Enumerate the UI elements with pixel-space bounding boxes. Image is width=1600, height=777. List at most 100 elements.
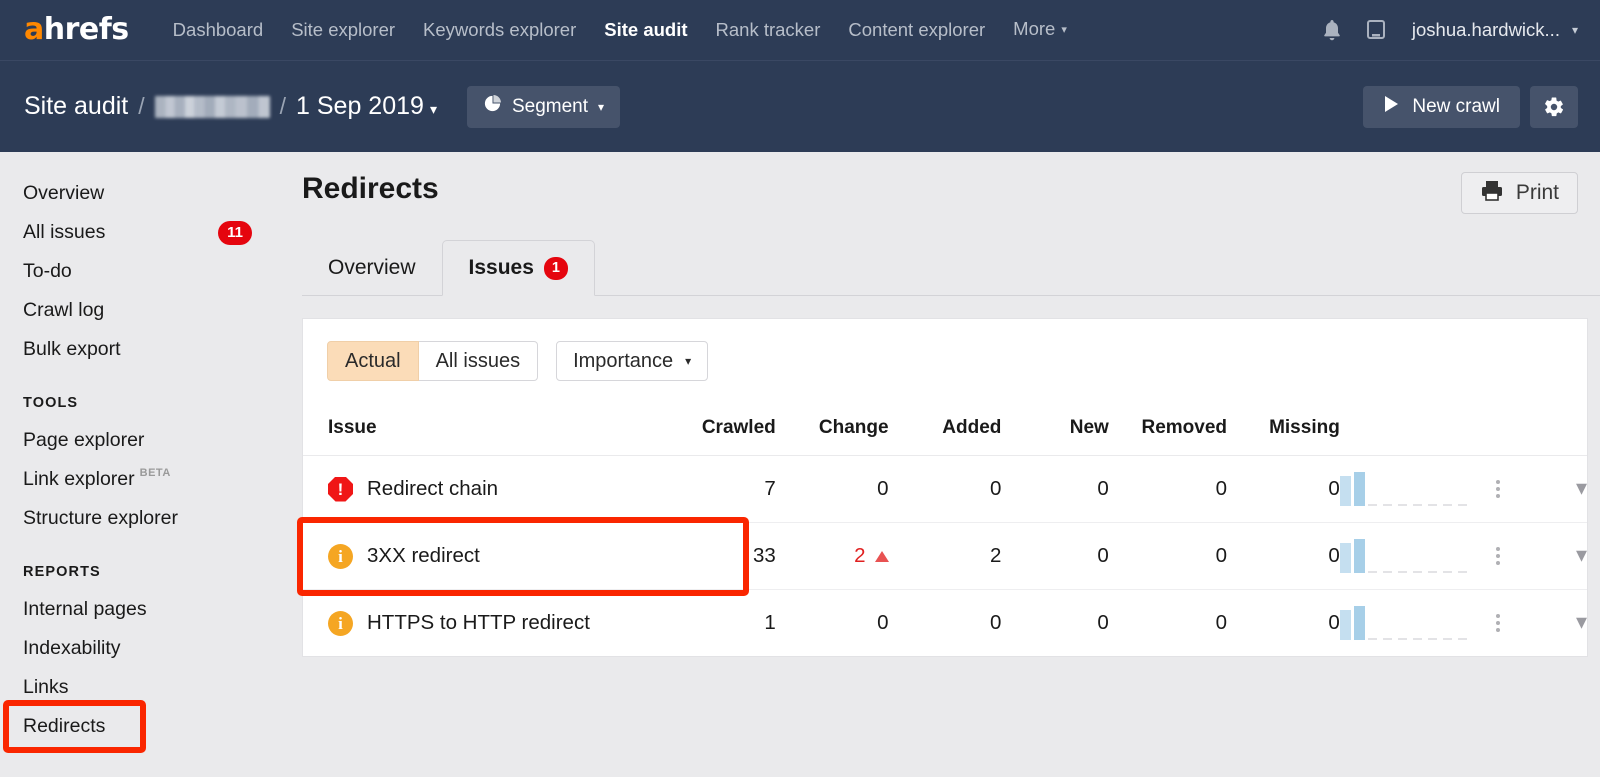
nav-link-more[interactable]: More ▾ [999,0,1081,62]
column-header-added[interactable]: Added [888,403,1002,456]
sidebar-item-indexability[interactable]: Indexability [0,629,290,668]
column-header-crawled[interactable]: Crawled [673,403,776,456]
tab-issues[interactable]: Issues 1 [441,240,595,296]
breadcrumb-project-redacted[interactable] [154,95,270,118]
sidebar-item-overview[interactable]: Overview [0,174,290,213]
sidebar-item-label: Overview [23,181,105,204]
sparkline-bar [1353,539,1365,573]
error-icon: ! [328,476,353,502]
filter-actual[interactable]: Actual [327,341,419,381]
sidebar-item-link-explorer[interactable]: Link explorer BETA [0,460,290,499]
column-header-removed[interactable]: Removed [1108,403,1227,456]
issue-name[interactable]: Redirect chain [367,477,498,501]
sparkline-baseline [1367,638,1469,640]
sidebar-badge-all-issues: 11 [218,220,252,245]
play-icon [1383,95,1400,119]
sidebar-item-page-explorer[interactable]: Page explorer [0,421,290,460]
sidebar-item-crawl-log[interactable]: Crawl log [0,291,290,330]
sparkline-bar [1339,476,1351,506]
page-title: Redirects [302,172,439,205]
kebab-menu-icon[interactable] [1469,480,1528,498]
sidebar-item-label: Crawl log [23,298,105,321]
sidebar-item-bulk-export[interactable]: Bulk export [0,330,290,369]
cell-missing: 0 [1227,522,1340,590]
breadcrumb-separator-2: / [279,93,287,119]
new-crawl-label: New crawl [1412,95,1500,117]
cell-change: 2 [775,522,889,590]
ahrefs-logo[interactable]: a hrefs [24,15,129,45]
issue-name[interactable]: 3XX redirect [367,544,480,568]
nav-link-rank-tracker[interactable]: Rank tracker [702,0,835,60]
sidebar-item-redirects[interactable]: Redirects [0,707,290,746]
chevron-down-icon[interactable]: ▾ [1576,475,1587,500]
cell-added: 0 [989,611,1002,634]
sidebar-item-label: Redirects [23,714,106,737]
column-header-missing[interactable]: Missing [1227,403,1340,456]
cell-crawled: 1 [764,611,776,634]
account-label: joshua.hardwick... [1411,19,1560,40]
nav-link-keywords-explorer[interactable]: Keywords explorer [409,0,590,60]
tab-label: Issues [468,256,534,279]
sidebar-item-links[interactable]: Links [0,668,290,707]
cell-expand: ▾ [1527,522,1587,590]
cell-removed: 0 [1215,611,1227,634]
filter-all-issues[interactable]: All issues [418,341,539,381]
chevron-down-icon[interactable]: ▾ [1576,609,1587,634]
column-header-change[interactable]: Change [775,403,889,456]
issues-table-body: ! Redirect chain 7 0 0 0 0 0 ▾ i 3XX red… [303,455,1587,657]
nav-link-site-audit[interactable]: Site audit [590,0,701,60]
sparkline-baseline [1367,504,1469,506]
sidebar-item-to-do[interactable]: To-do [0,252,290,291]
kebab-menu-icon[interactable] [1469,547,1528,565]
info-icon: i [328,543,353,569]
issues-table-head: Issue Crawled Change Added New Removed M… [303,403,1587,456]
sidebar-section-tools: TOOLS [23,395,79,411]
gear-icon[interactable] [1530,85,1578,128]
segment-button[interactable]: Segment ▾ [466,85,621,128]
cell-sparkline [1339,590,1469,657]
cell-new: 0 [1001,455,1109,523]
importance-label: Importance [573,349,674,372]
bell-icon[interactable] [1312,10,1352,50]
chevron-down-icon[interactable]: ▾ [1576,542,1587,567]
issues-table: Issue Crawled Change Added New Removed M… [303,403,1587,656]
sidebar-item-structure-explorer[interactable]: Structure explorer [0,499,290,538]
logo-text: hrefs [43,12,129,47]
issue-name[interactable]: HTTPS to HTTP redirect [367,611,590,635]
nav-link-site-explorer[interactable]: Site explorer [277,0,409,60]
nav-link-dashboard[interactable]: Dashboard [159,0,278,60]
print-button[interactable]: Print [1460,172,1578,214]
table-row[interactable]: ! Redirect chain 7 0 0 0 0 0 ▾ [303,455,1587,523]
info-icon: i [328,610,353,636]
sidebar-item-label: Page explorer [23,428,145,451]
column-header-expand [1527,403,1587,456]
cell-menu [1468,455,1528,523]
sidebar-item-label: Links [23,675,69,698]
nav-link-content-explorer[interactable]: Content explorer [834,0,999,60]
sidebar-item-label: Bulk export [23,337,121,360]
breadcrumb-site-audit[interactable]: Site audit [24,92,128,121]
sparkline-chart [1339,539,1469,573]
cell-issue: i HTTPS to HTTP redirect [303,590,674,657]
column-header-new[interactable]: New [1001,403,1109,456]
table-row[interactable]: i 3XX redirect 33 2 2 0 0 0 ▾ [303,522,1587,590]
nav-right-cluster: joshua.hardwick... ▾ [1312,10,1578,50]
breadcrumb-date-selector[interactable]: 1 Sep 2019 ▾ [296,92,437,121]
chevron-down-icon: ▾ [429,101,437,117]
chat-icon[interactable] [1356,10,1396,50]
tab-overview[interactable]: Overview [302,240,442,296]
new-crawl-button[interactable]: New crawl [1363,85,1520,128]
filter-actual-label: Actual [345,349,401,372]
filter-bar: Actual All issues Importance ▾ [303,319,1587,403]
account-menu[interactable]: joshua.hardwick... ▾ [1400,19,1578,41]
sparkline-chart [1339,606,1469,640]
importance-dropdown[interactable]: Importance ▾ [556,341,709,381]
kebab-menu-icon[interactable] [1469,614,1528,632]
chevron-down-icon: ▾ [1061,23,1067,36]
sidebar-item-all-issues[interactable]: All issues 11 [0,213,290,252]
cell-added: 0 [888,455,1002,523]
column-header-issue[interactable]: Issue [303,403,674,456]
sidebar-item-internal-pages[interactable]: Internal pages [0,590,290,629]
sidebar-item-label: Link explorer [23,467,135,490]
table-row[interactable]: i HTTPS to HTTP redirect 1 0 0 0 0 0 ▾ [303,590,1587,657]
